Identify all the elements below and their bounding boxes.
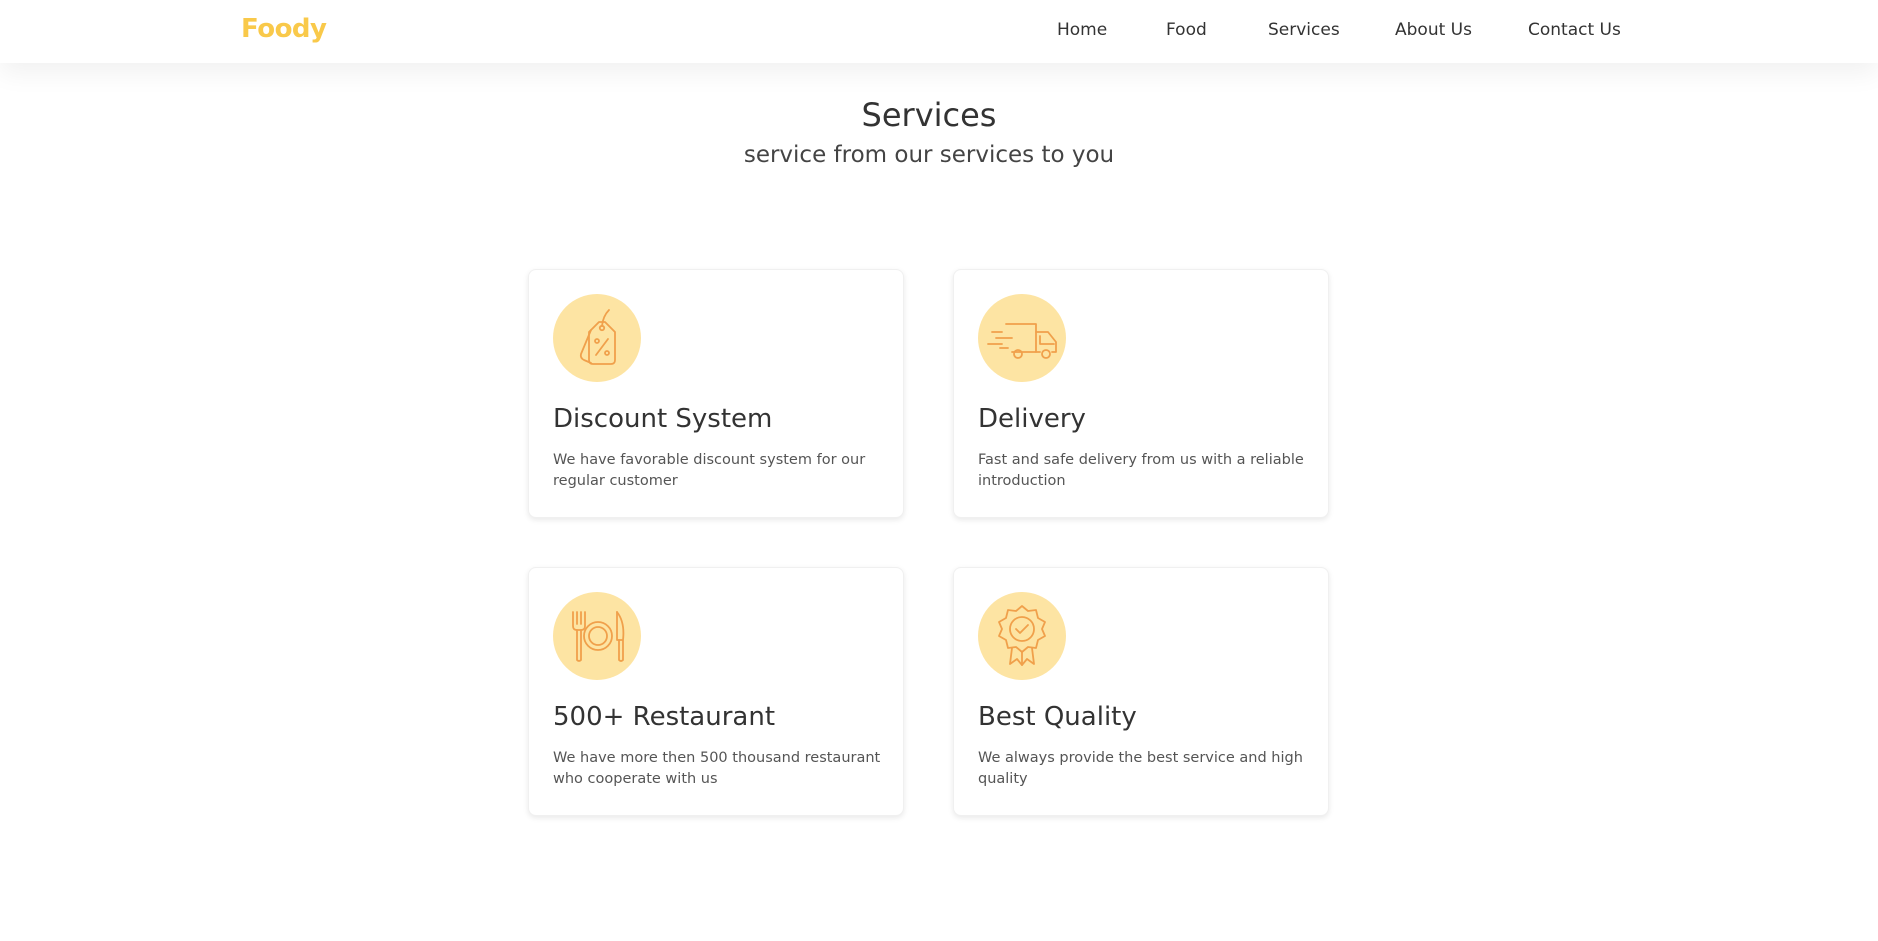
service-title: Delivery [978, 404, 1086, 434]
nav-link-food[interactable]: Food [1166, 20, 1207, 40]
section-title: Services [861, 96, 997, 134]
nav-link-services[interactable]: Services [1268, 20, 1340, 40]
service-title: Best Quality [978, 702, 1137, 732]
service-title: Discount System [553, 404, 773, 434]
discount-tag-icon [553, 294, 641, 382]
service-card-quality: Best Quality We always provide the best … [953, 567, 1329, 816]
service-card-delivery: Delivery Fast and safe delivery from us … [953, 269, 1329, 518]
nav-link-contact-us[interactable]: Contact Us [1528, 20, 1621, 40]
nav-link-about-us[interactable]: About Us [1395, 20, 1472, 40]
nav-link-home[interactable]: Home [1057, 20, 1107, 40]
service-description: We have favorable discount system for ou… [553, 452, 866, 489]
fork-plate-knife-icon [553, 592, 641, 680]
delivery-truck-icon [978, 294, 1066, 382]
service-card-discount: Discount System We have favorable discou… [528, 269, 904, 518]
navbar: Foody Home Food Services About Us Contac… [0, 0, 1878, 63]
section-subtitle: service from our services to you [743, 142, 1115, 168]
service-title: 500+ Restaurant [553, 702, 776, 732]
service-description: We always provide the best service and h… [978, 750, 1303, 787]
quality-badge-icon [978, 592, 1066, 680]
service-description: We have more then 500 thousand restauran… [553, 750, 881, 787]
nav-links: Home Food Services About Us Contact Us [0, 0, 1878, 63]
service-description: Fast and safe delivery from us with a re… [978, 452, 1304, 489]
service-card-restaurant: 500+ Restaurant We have more then 500 th… [528, 567, 904, 816]
